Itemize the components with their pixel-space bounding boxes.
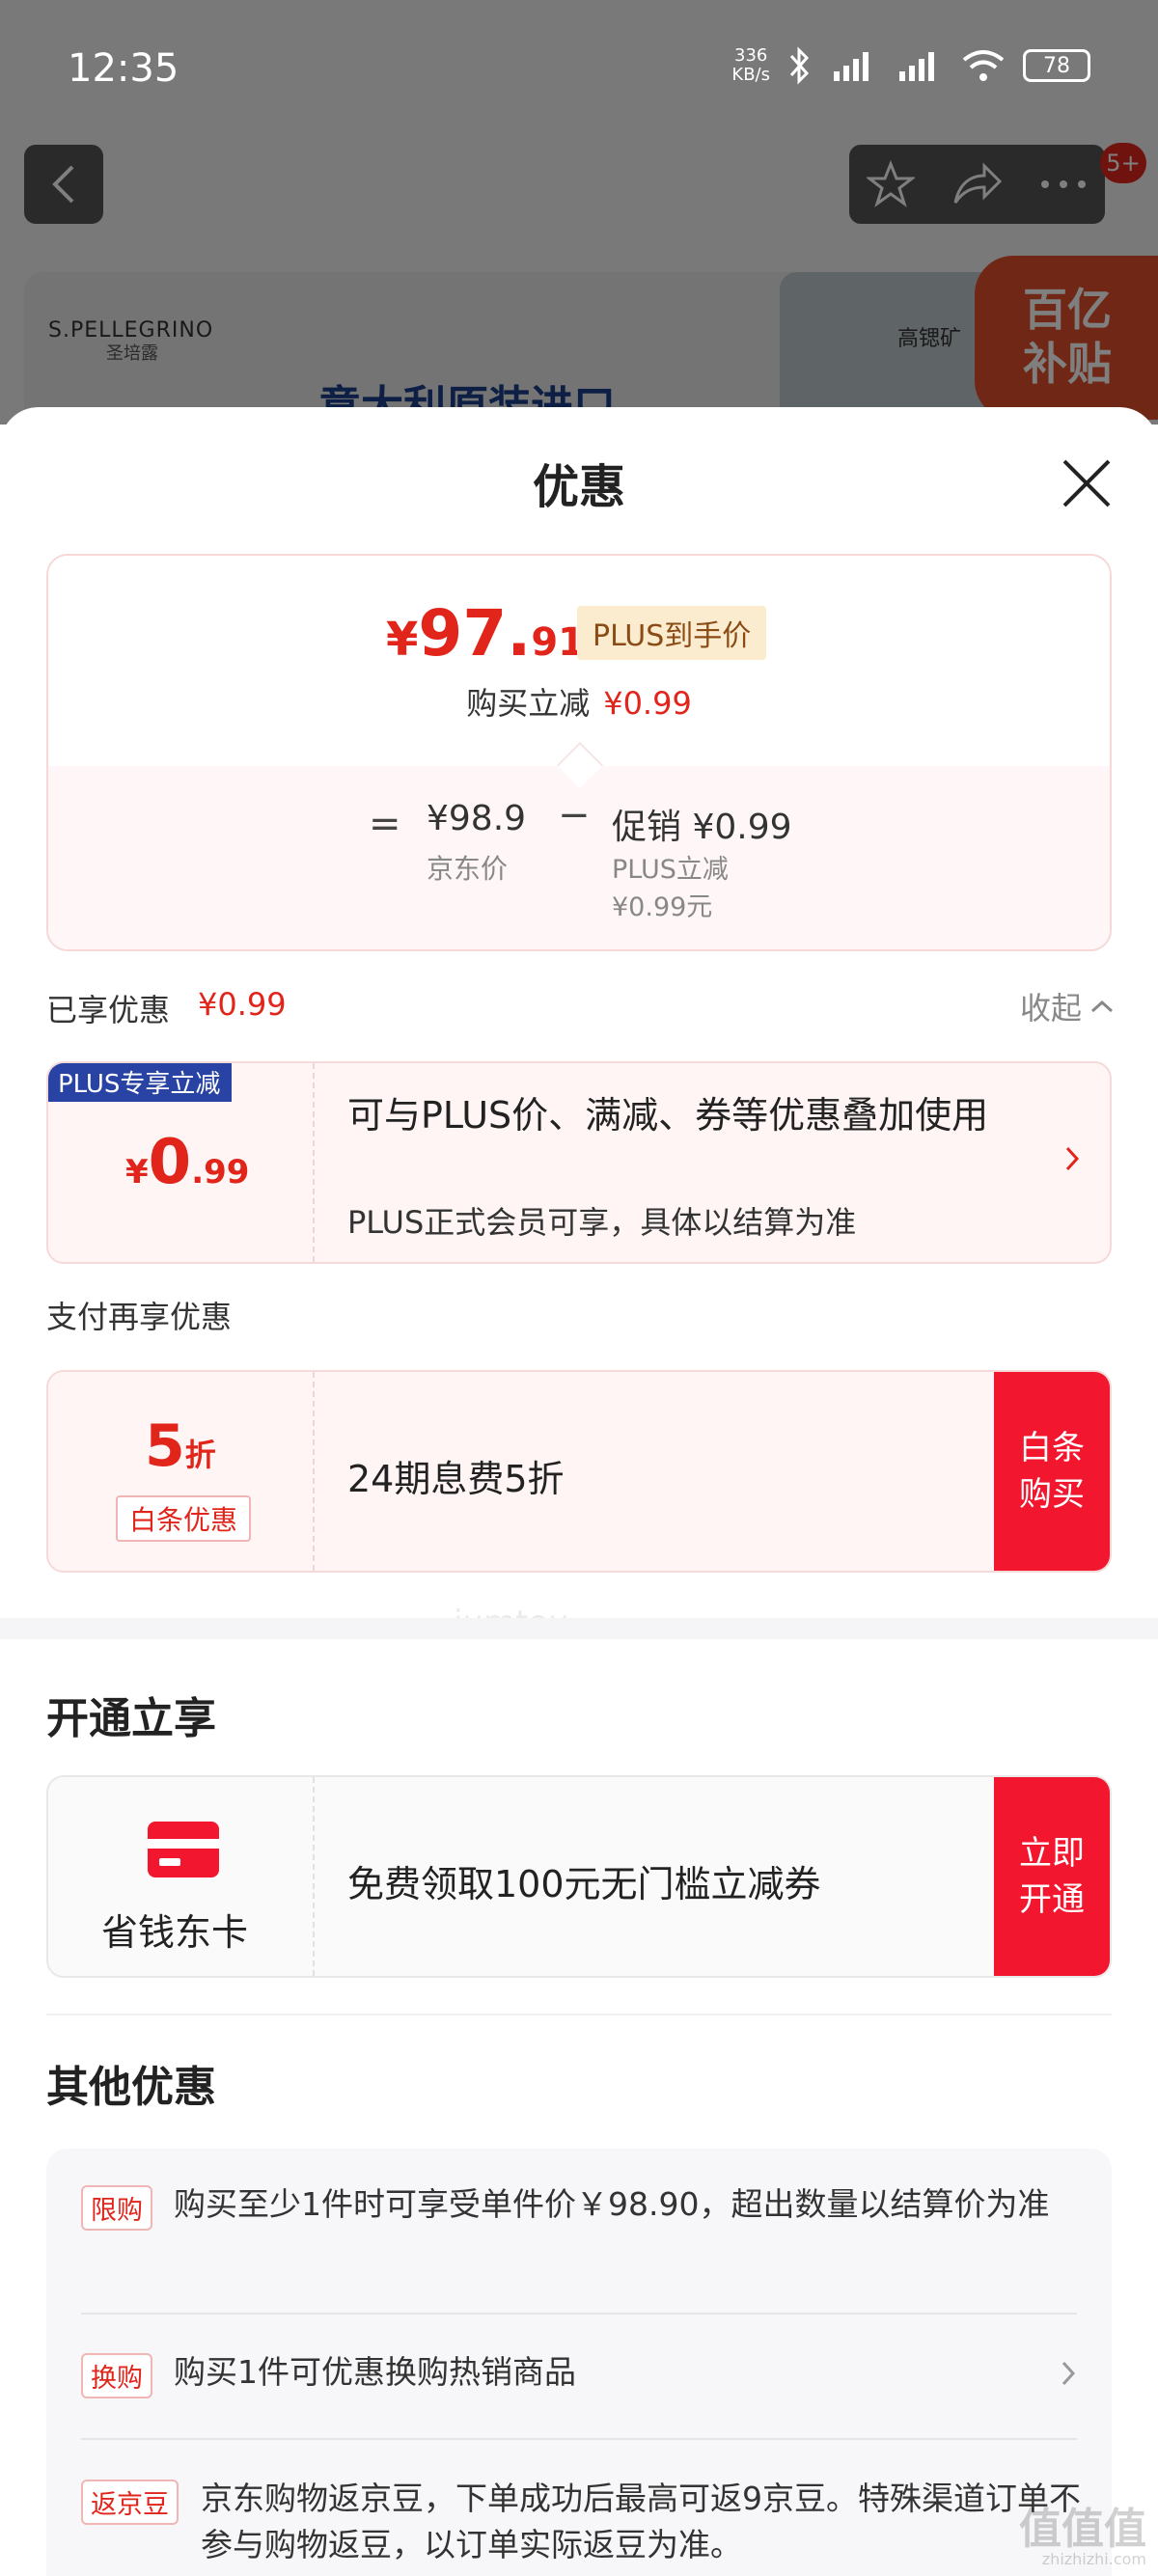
baitiao-discount-unit: 折 [184, 1437, 216, 1473]
list-divider [81, 2438, 1077, 2440]
minus-sign: − [558, 793, 591, 837]
open-now-button[interactable]: 立即 开通 [994, 1777, 1110, 1976]
background-page: S.PELLEGRINO 圣培露 意大利原装进口 高锶矿 百亿 补贴 5+ 12… [0, 0, 1158, 425]
plus-coupon-yen: ¥ [125, 1153, 149, 1192]
speed-value: 336 [734, 45, 768, 66]
final-price-int: 97. [418, 596, 532, 671]
network-speed: 336 KB/s [731, 46, 770, 85]
status-icons: 336 KB/s 78 [731, 46, 1090, 85]
site-watermark: 值值值 zhizhizhi.com [1019, 2508, 1146, 2568]
plus-coupon-tag: PLUS专享立减 [48, 1063, 233, 1102]
signal-icon [834, 52, 868, 81]
buy-reduce-label: 购买立减 [466, 685, 591, 722]
collapse-label: 收起 [1019, 990, 1082, 1027]
discount-sheet: 优惠 ¥97.91 PLUS到手价 购买立减 ¥0.99 = ¥98.9 京东价 … [0, 407, 1158, 2576]
buy-reduce-amount: ¥0.99 [603, 685, 692, 722]
collapse-toggle[interactable]: 收起 [1020, 984, 1115, 1028]
plus-coupon[interactable]: PLUS专享立减 ¥0.99 可与PLUS价、满减、券等优惠叠加使用 PLUS正… [46, 1061, 1112, 1264]
section-divider [0, 1618, 1158, 1639]
plus-reduce-amount: ¥0.99元 [612, 892, 713, 922]
sheet-title: 优惠 [532, 460, 625, 514]
list-item-jingdou: 返京豆 京东购物返京豆，下单成功后最高可返9京豆。特殊渠道订单不参与购物返豆，以… [81, 2480, 1081, 2576]
battery-icon: 78 [1023, 49, 1090, 82]
other-discounts-list: 限购 购买至少1件时可享受单件价￥98.90，超出数量以结算价为准 换购 购买1… [46, 2149, 1112, 2576]
pay-section-label: 支付再享优惠 [46, 1299, 233, 1335]
plus-price-tag: PLUS到手价 [577, 606, 767, 660]
speed-unit: KB/s [731, 65, 770, 85]
list-item-limit: 限购 购买至少1件时可享受单件价￥98.90，超出数量以结算价为准 [81, 2185, 1077, 2282]
exchange-text: 购买1件可优惠换购热销商品 [174, 2353, 576, 2391]
plus-coupon-dec: .99 [191, 1153, 250, 1192]
credit-card-icon [148, 1822, 219, 1877]
final-price: ¥97.91 [386, 596, 585, 671]
plus-coupon-amount: ¥0.99 [125, 1127, 249, 1198]
member-card-label: 省钱东卡 [101, 1911, 249, 1954]
plus-coupon-int: 0 [148, 1127, 192, 1198]
baitiao-coupon: 5折 白条优惠 24期息费5折 白条 购买 [46, 1370, 1112, 1573]
price-card: ¥97.91 PLUS到手价 购买立减 ¥0.99 = ¥98.9 京东价 − 促… [46, 554, 1112, 951]
baitiao-discount-value: 5 [145, 1412, 185, 1480]
other-section-title: 其他优惠 [46, 2063, 216, 2112]
baitiao-title: 24期息费5折 [347, 1458, 565, 1500]
enjoyed-label: 已享优惠 [46, 992, 171, 1028]
exchange-tag: 换购 [81, 2353, 152, 2398]
member-card-offer: 省钱东卡 免费领取100元无门槛立减券 立即 开通 [46, 1775, 1112, 1978]
equals-sign: = [369, 802, 401, 846]
chevron-up-icon [1090, 1000, 1114, 1013]
final-price-yen: ¥ [386, 613, 419, 667]
member-card-desc: 免费领取100元无门槛立减券 [347, 1863, 821, 1905]
list-item-exchange[interactable]: 换购 购买1件可优惠换购热销商品 [81, 2353, 1077, 2411]
promo-amount: 促销 ¥0.99 [612, 808, 792, 847]
divider [46, 2014, 1112, 2015]
wifi-icon [962, 50, 1005, 81]
enjoyed-amount: ¥0.99 [198, 986, 287, 1023]
bluetooth-icon [789, 46, 810, 85]
status-bar: 12:35 336 KB/s 78 [0, 0, 1158, 135]
chevron-right-icon [1065, 1146, 1080, 1171]
plus-coupon-subtitle: PLUS正式会员可享，具体以结算为准 [347, 1204, 857, 1241]
baitiao-badge: 白条优惠 [116, 1495, 252, 1542]
limit-text: 购买至少1件时可享受单件价￥98.90，超出数量以结算价为准 [174, 2185, 1050, 2223]
chevron-right-icon [1062, 2361, 1076, 2386]
open-section-title: 开通立享 [46, 1694, 216, 1743]
close-icon[interactable] [1059, 455, 1115, 511]
jd-price-label: 京东价 [427, 853, 509, 885]
buy-reduce: 购买立减 ¥0.99 [48, 679, 1110, 724]
jingdou-text: 京东购物返京豆，下单成功后最高可返9京豆。特殊渠道订单不参与购物返豆，以订单实际… [201, 2480, 1081, 2563]
baitiao-discount: 5折 [145, 1412, 216, 1480]
jingdou-tag: 返京豆 [81, 2480, 179, 2525]
plus-reduce-label: PLUS立减 [612, 855, 729, 885]
plus-coupon-title: 可与PLUS价、满减、券等优惠叠加使用 [347, 1094, 989, 1137]
limit-tag: 限购 [81, 2185, 152, 2231]
list-divider [81, 2313, 1077, 2315]
baitiao-buy-button[interactable]: 白条 购买 [994, 1372, 1110, 1571]
site-watermark-text: 值值值 [1019, 2505, 1146, 2554]
signal-icon-2 [899, 52, 934, 81]
jd-price: ¥98.9 [427, 799, 527, 838]
status-time: 12:35 [68, 46, 179, 91]
